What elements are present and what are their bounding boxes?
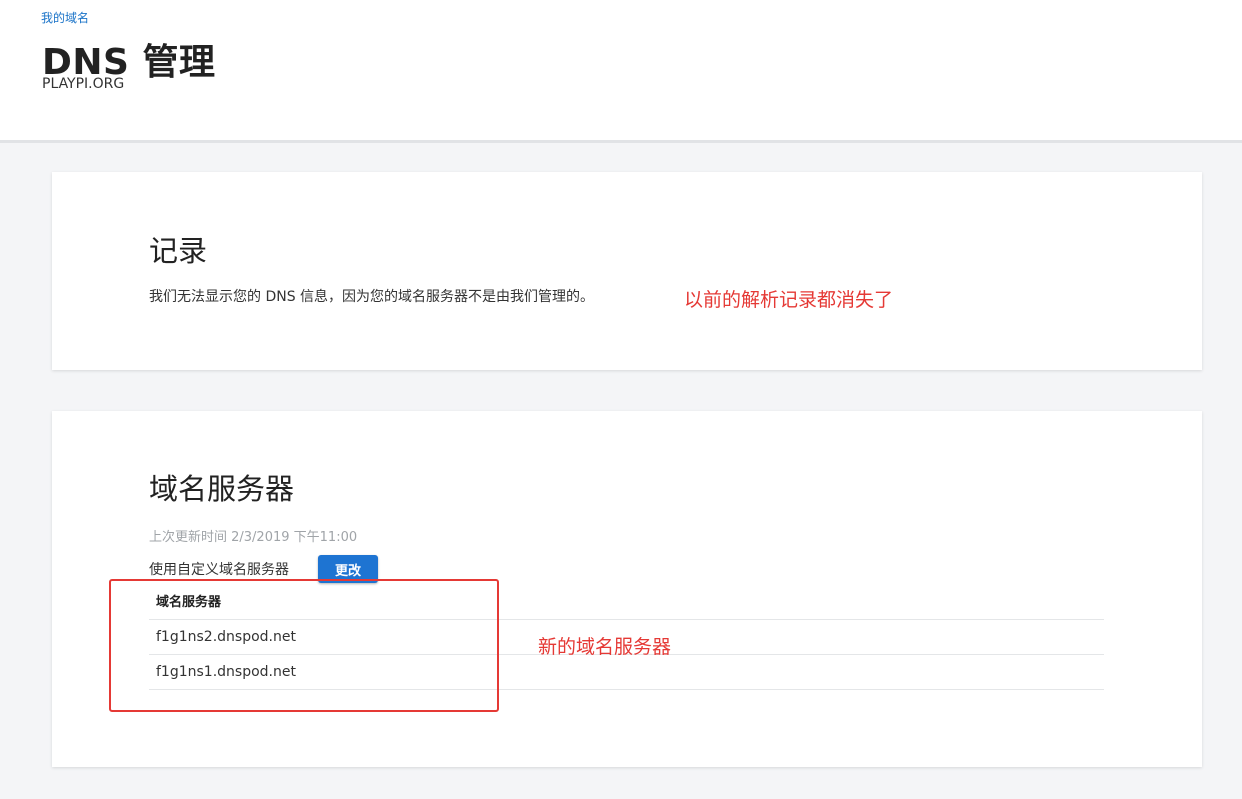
records-card: 记录 我们无法显示您的 DNS 信息，因为您的域名服务器不是由我们管理的。 以前…	[52, 172, 1202, 370]
breadcrumb-my-domains[interactable]: 我的域名	[41, 9, 89, 26]
last-updated-text: 上次更新时间 2/3/2019 下午11:00	[149, 530, 358, 545]
records-message: 我们无法显示您的 DNS 信息，因为您的域名服务器不是由我们管理的。	[149, 289, 595, 305]
nameservers-annotation: 新的域名服务器	[538, 636, 672, 658]
records-title: 记录	[149, 234, 208, 268]
records-annotation: 以前的解析记录都消失了	[684, 289, 894, 311]
domain-name: PLAYPI.ORG	[42, 76, 125, 92]
nameservers-title: 域名服务器	[149, 472, 295, 506]
annotation-highlight-box	[109, 579, 499, 712]
custom-nameserver-label: 使用自定义域名服务器	[149, 562, 289, 578]
page-header: 我的域名 DNS 管理 PLAYPI.ORG	[0, 0, 1242, 143]
